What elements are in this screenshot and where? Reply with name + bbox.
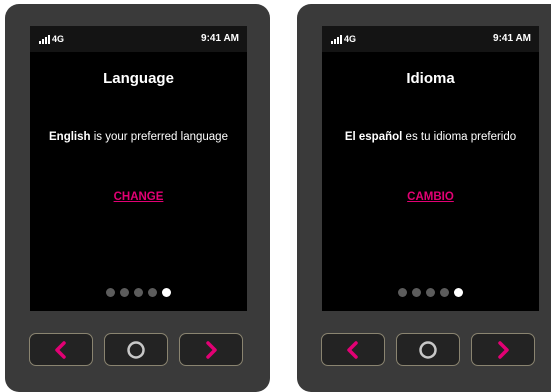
status-bar: 4G 9:41 AM <box>322 26 539 52</box>
device-screen: 4G 9:41 AM Idioma El español es tu idiom… <box>322 26 539 311</box>
network-label: 4G <box>344 34 357 44</box>
next-button[interactable] <box>471 333 535 366</box>
page-dot-3[interactable] <box>134 288 143 297</box>
page-indicator <box>30 288 247 297</box>
device-english: 4G 9:41 AM Language English is your pref… <box>5 4 270 392</box>
circle-home-icon <box>419 340 437 359</box>
circle-home-icon <box>127 340 145 359</box>
language-message: English is your preferred language <box>46 130 231 145</box>
change-language-link[interactable]: CAMBIO <box>322 191 539 203</box>
page-dot-2[interactable] <box>120 288 129 297</box>
page-dot-4[interactable] <box>440 288 449 297</box>
home-button[interactable] <box>396 333 460 366</box>
signal-bars-icon <box>39 35 50 44</box>
back-button[interactable] <box>321 333 385 366</box>
page-dot-5[interactable] <box>162 288 171 297</box>
page-dot-1[interactable] <box>106 288 115 297</box>
back-button[interactable] <box>29 333 93 366</box>
page-indicator <box>322 288 539 297</box>
page-dot-5[interactable] <box>454 288 463 297</box>
language-message: El español es tu idioma preferido <box>338 130 523 145</box>
status-time: 9:41 AM <box>201 33 239 44</box>
chevron-left-icon <box>55 340 66 359</box>
chevron-right-icon <box>498 340 509 359</box>
next-button[interactable] <box>179 333 243 366</box>
message-text: is your preferred language <box>90 131 228 143</box>
page-dot-4[interactable] <box>148 288 157 297</box>
change-language-link[interactable]: CHANGE <box>30 191 247 203</box>
signal-bars-icon <box>331 35 342 44</box>
home-button[interactable] <box>104 333 168 366</box>
page-dot-1[interactable] <box>398 288 407 297</box>
status-time: 9:41 AM <box>493 33 531 44</box>
page-dot-2[interactable] <box>412 288 421 297</box>
current-language: English <box>49 131 91 143</box>
current-language: El español <box>344 131 403 143</box>
page-dot-3[interactable] <box>426 288 435 297</box>
network-label: 4G <box>52 34 65 44</box>
chevron-right-icon <box>206 340 217 359</box>
chevron-left-icon <box>347 340 358 359</box>
status-bar: 4G 9:41 AM <box>30 26 247 52</box>
message-text: es tu idioma preferido <box>402 131 517 143</box>
page-title: Language <box>103 70 174 87</box>
device-spanish: 4G 9:41 AM Idioma El español es tu idiom… <box>297 4 551 392</box>
device-screen: 4G 9:41 AM Language English is your pref… <box>30 26 247 311</box>
page-title: Idioma <box>406 70 455 87</box>
